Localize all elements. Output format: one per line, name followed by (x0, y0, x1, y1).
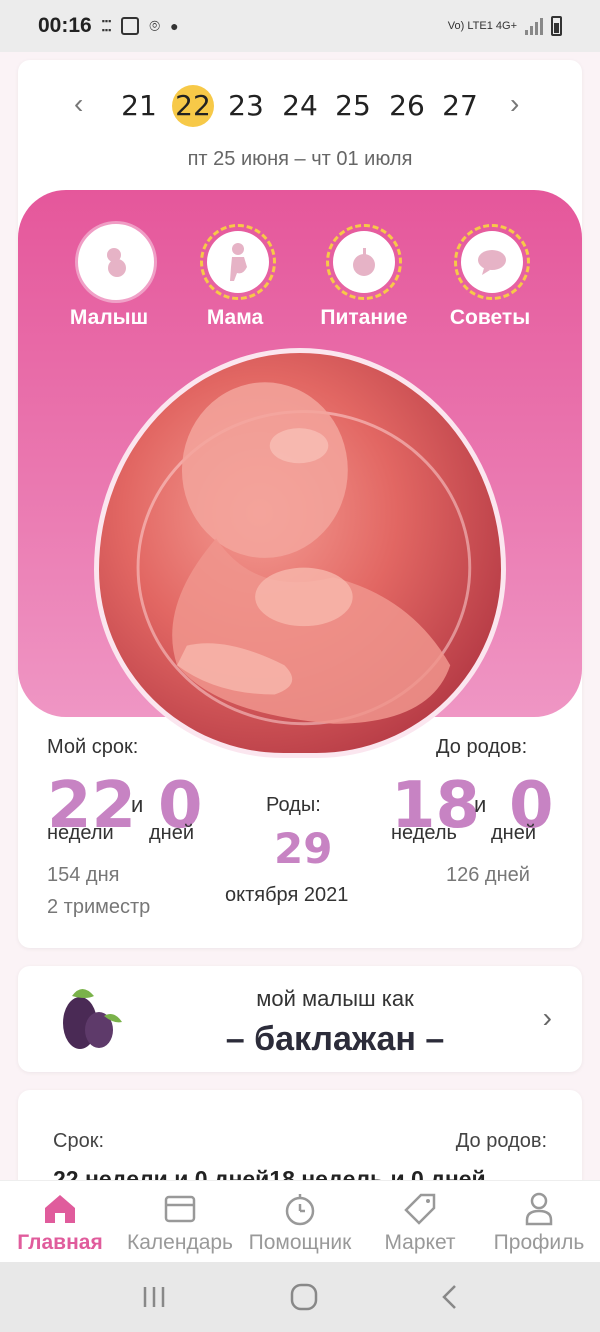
week-23[interactable]: 23 (219, 82, 273, 130)
category-tips-button[interactable] (454, 224, 530, 300)
status-time: 00:16 (38, 14, 92, 37)
week-date-range: пт 25 июня – чт 01 июля (187, 148, 413, 170)
term-and-label: и (131, 792, 144, 817)
apple-icon (353, 248, 375, 276)
mother-icon (230, 243, 247, 281)
week-21[interactable]: 21 (112, 82, 166, 130)
until-total-days: 126 дней (446, 864, 530, 886)
week-26[interactable]: 26 (380, 82, 434, 130)
week-25[interactable]: 25 (326, 82, 380, 130)
week-22-active[interactable]: 22 (172, 85, 214, 127)
nav-market[interactable]: Маркет (372, 1181, 468, 1263)
week-selector: ‹ 21 22 23 24 25 26 27 › (18, 82, 582, 130)
nav-profile-label: Профиль (493, 1231, 585, 1254)
nav-market-label: Маркет (384, 1231, 456, 1254)
chevron-left-icon[interactable]: ‹ (74, 90, 83, 118)
status-bar: 00:16 ▪▪▪ ▪▪▪ ⌾ ● Vo) LTE1 4G+ (0, 0, 600, 52)
status-icons: ▪▪▪ ▪▪▪ ⌾ ● (102, 16, 179, 37)
until-days-unit: дней (491, 822, 537, 844)
baby-size-card[interactable]: мой малыш как – баклажан – › (18, 966, 582, 1072)
dot-icon: ● (170, 18, 179, 34)
chevron-right-icon[interactable]: › (543, 1002, 552, 1034)
category-baby-label[interactable]: Малыш (44, 306, 174, 330)
term-days-unit: дней (149, 822, 195, 844)
nav-calendar-label: Календарь (127, 1231, 233, 1254)
chevron-right-icon[interactable]: › (510, 90, 519, 118)
home-system-icon[interactable] (289, 1282, 319, 1312)
system-navigation-bar (0, 1262, 600, 1332)
grid-icon: ▪▪▪ ▪▪▪ (101, 16, 112, 35)
summary-until-label: До родов: (455, 1130, 547, 1152)
nav-home-label: Главная (17, 1231, 103, 1254)
home-icon (45, 1195, 75, 1223)
nav-calendar[interactable]: Календарь (120, 1181, 240, 1263)
my-term-label: Мой срок: (47, 736, 139, 758)
category-mother-button[interactable] (200, 224, 276, 300)
baby-icon (107, 248, 126, 277)
until-birth-label: До родов: (436, 736, 528, 758)
battery-icon (551, 16, 562, 36)
network-label: Vo) LTE1 4G+ (447, 20, 517, 32)
week-27[interactable]: 27 (433, 82, 487, 130)
calendar-icon (164, 1195, 196, 1223)
summary-term-label: Срок: (53, 1130, 104, 1152)
pregnancy-card: ‹ 21 22 23 24 25 26 27 › пт 25 июня – чт… (18, 60, 582, 948)
category-tips-label[interactable]: Советы (425, 306, 555, 330)
term-weeks-unit: недели (47, 822, 114, 844)
bottom-navigation: Главная Календарь Помощник Маркет Профил… (0, 1180, 600, 1262)
category-mother-label[interactable]: Мама (170, 306, 300, 330)
term-trimester: 2 триместр (47, 896, 151, 918)
recent-apps-icon[interactable] (140, 1284, 168, 1310)
nav-assistant-label: Помощник (248, 1231, 352, 1254)
nav-home[interactable]: Главная (6, 1181, 114, 1263)
speech-bubble-icon (478, 250, 506, 275)
category-nutrition-button[interactable] (326, 224, 402, 300)
baby-size-caption: мой малыш как (256, 986, 414, 1011)
birth-day: 29 (274, 824, 333, 873)
baby-size-fruit: – баклажан – (225, 1020, 445, 1058)
status-right: Vo) LTE1 4G+ (448, 16, 562, 36)
profile-icon (525, 1192, 553, 1226)
location-icon: ⌾ (149, 15, 161, 36)
birth-label: Роды: (266, 794, 321, 816)
nav-assistant[interactable]: Помощник (242, 1181, 358, 1263)
nav-profile[interactable]: Профиль (484, 1181, 594, 1263)
term-total-days: 154 дня (47, 864, 120, 886)
until-weeks-unit: недель (391, 822, 457, 844)
until-and-label: и (474, 792, 487, 817)
category-baby-button[interactable] (78, 224, 154, 300)
signal-app-icon (121, 17, 140, 35)
category-nutrition-label[interactable]: Питание (299, 306, 429, 330)
back-icon[interactable] (440, 1283, 460, 1311)
signal-icon (525, 17, 543, 35)
tag-icon (404, 1193, 436, 1225)
week-24[interactable]: 24 (273, 82, 327, 130)
fetus-image (136, 382, 472, 726)
birth-month-year: октября 2021 (225, 884, 349, 906)
stopwatch-icon (285, 1194, 315, 1226)
